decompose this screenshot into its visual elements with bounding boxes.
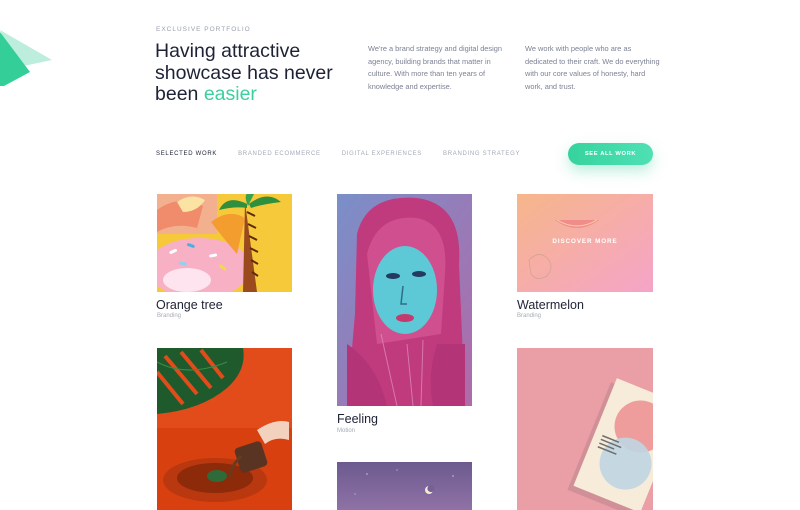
work-card-brochure[interactable]	[517, 348, 653, 510]
work-title[interactable]: Orange tree	[156, 298, 223, 312]
decorative-triangle-shape	[0, 30, 52, 86]
work-title[interactable]: Watermelon	[517, 298, 584, 312]
see-all-work-button[interactable]: SEE ALL WORK	[568, 143, 653, 165]
headline-accent-text: easier	[203, 83, 257, 105]
work-category: Branding	[157, 313, 182, 319]
discover-more-overlay[interactable]: DISCOVER MORE	[517, 238, 653, 245]
work-card-moon-sky[interactable]	[337, 462, 472, 510]
work-card-orange-tree[interactable]	[157, 194, 292, 292]
portfolio-filter-tabs: SELECTED WORK BRANDED ECOMMERCE DIGITAL …	[156, 151, 541, 157]
brochure-image	[517, 348, 653, 510]
hero-headline: Having attractive showcase has never bee…	[155, 40, 360, 106]
work-title[interactable]: Feeling	[337, 412, 378, 426]
work-category: Motion	[337, 428, 356, 434]
portrait-image	[337, 194, 472, 406]
intro-paragraph-values: We work with people who are as dedicated…	[525, 44, 660, 91]
work-category: Branding	[517, 313, 542, 319]
filter-tab-selected-work[interactable]: SELECTED WORK	[156, 151, 217, 157]
moon-sky-image	[337, 462, 472, 510]
work-card-monstera[interactable]	[157, 348, 292, 510]
monstera-teapot-image	[157, 348, 292, 510]
work-card-watermelon[interactable]: DISCOVER MORE	[517, 194, 653, 292]
donut-palm-image	[157, 194, 292, 292]
filter-tab-branded-ecommerce[interactable]: BRANDED ECOMMERCE	[238, 151, 321, 157]
filter-tab-branding-strategy[interactable]: BRANDING STRATEGY	[443, 151, 520, 157]
intro-paragraph-agency: We're a brand strategy and digital desig…	[368, 44, 502, 91]
filter-tab-digital-experiences[interactable]: DIGITAL EXPERIENCES	[342, 151, 422, 157]
work-card-feeling[interactable]	[337, 194, 472, 406]
section-eyebrow: EXCLUSIVE PORTFOLIO	[156, 26, 251, 33]
